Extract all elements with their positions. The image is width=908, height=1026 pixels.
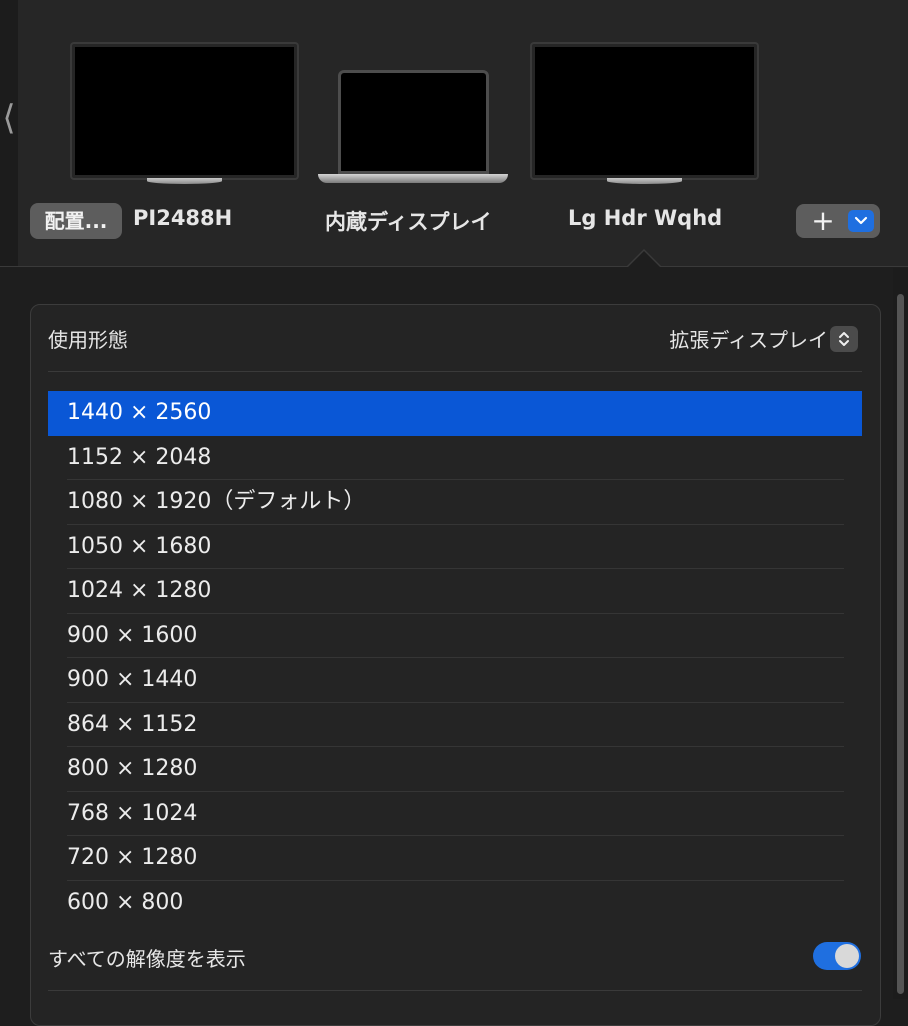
show-all-resolutions-toggle[interactable] [813, 942, 861, 970]
display-label-lg-hdr-wqhd[interactable]: Lg Hdr Wqhd [568, 206, 722, 230]
scrollbar[interactable] [893, 268, 908, 999]
show-all-resolutions-label: すべての解像度を表示 [48, 947, 246, 971]
resolution-item[interactable]: 1440 × 2560 [48, 391, 862, 436]
laptop-icon [338, 70, 489, 174]
plus-icon[interactable]: + [806, 204, 840, 238]
display-label-builtin[interactable]: 内蔵ディスプレイ [325, 206, 492, 236]
resolution-item[interactable]: 1024 × 1280 [48, 569, 862, 614]
divider [48, 371, 862, 372]
monitor-icon [72, 44, 297, 178]
resolution-item[interactable]: 864 × 1152 [48, 703, 862, 748]
resolution-item[interactable]: 600 × 800 [48, 881, 862, 926]
resolution-item[interactable]: 720 × 1280 [48, 836, 862, 881]
resolution-item[interactable]: 1080 × 1920（デフォルト） [48, 480, 862, 525]
back-chevron-icon[interactable]: ⟨ [0, 94, 18, 142]
up-down-chevron-icon[interactable] [830, 326, 858, 352]
display-label-pi2488h[interactable]: PI2488H [133, 206, 232, 230]
display-thumbnail-pi2488h[interactable] [72, 44, 297, 189]
resolution-item[interactable]: 1152 × 2048 [48, 436, 862, 481]
toggle-knob [835, 944, 859, 968]
selection-pointer-fill [627, 251, 661, 268]
resolution-item[interactable]: 900 × 1440 [48, 658, 862, 703]
monitor-stand [607, 178, 682, 184]
resolution-item[interactable]: 768 × 1024 [48, 792, 862, 837]
divider [48, 990, 862, 991]
monitor-stand [147, 178, 222, 184]
display-thumbnail-lg-hdr-wqhd[interactable] [532, 44, 757, 189]
display-arrangement-area: ⟨ PI2488H 内蔵ディスプレイ Lg Hdr Wqhd 配置... + [0, 0, 908, 268]
scrollbar-thumb[interactable] [897, 294, 904, 994]
usage-label: 使用形態 [48, 328, 128, 352]
display-thumbnail-builtin[interactable] [318, 70, 510, 185]
monitor-icon [532, 44, 757, 178]
resolution-list[interactable]: 1440 × 2560 1152 × 2048 1080 × 1920（デフォル… [48, 391, 862, 925]
resolution-item[interactable]: 800 × 1280 [48, 747, 862, 792]
laptop-base [318, 174, 508, 183]
chevron-down-icon[interactable] [848, 210, 874, 232]
arrange-button[interactable]: 配置... [30, 203, 122, 239]
resolution-item[interactable]: 900 × 1600 [48, 614, 862, 659]
add-display-menu[interactable]: + [796, 204, 880, 238]
usage-popup-value[interactable]: 拡張ディスプレイ [669, 324, 828, 353]
resolution-item[interactable]: 1050 × 1680 [48, 525, 862, 570]
